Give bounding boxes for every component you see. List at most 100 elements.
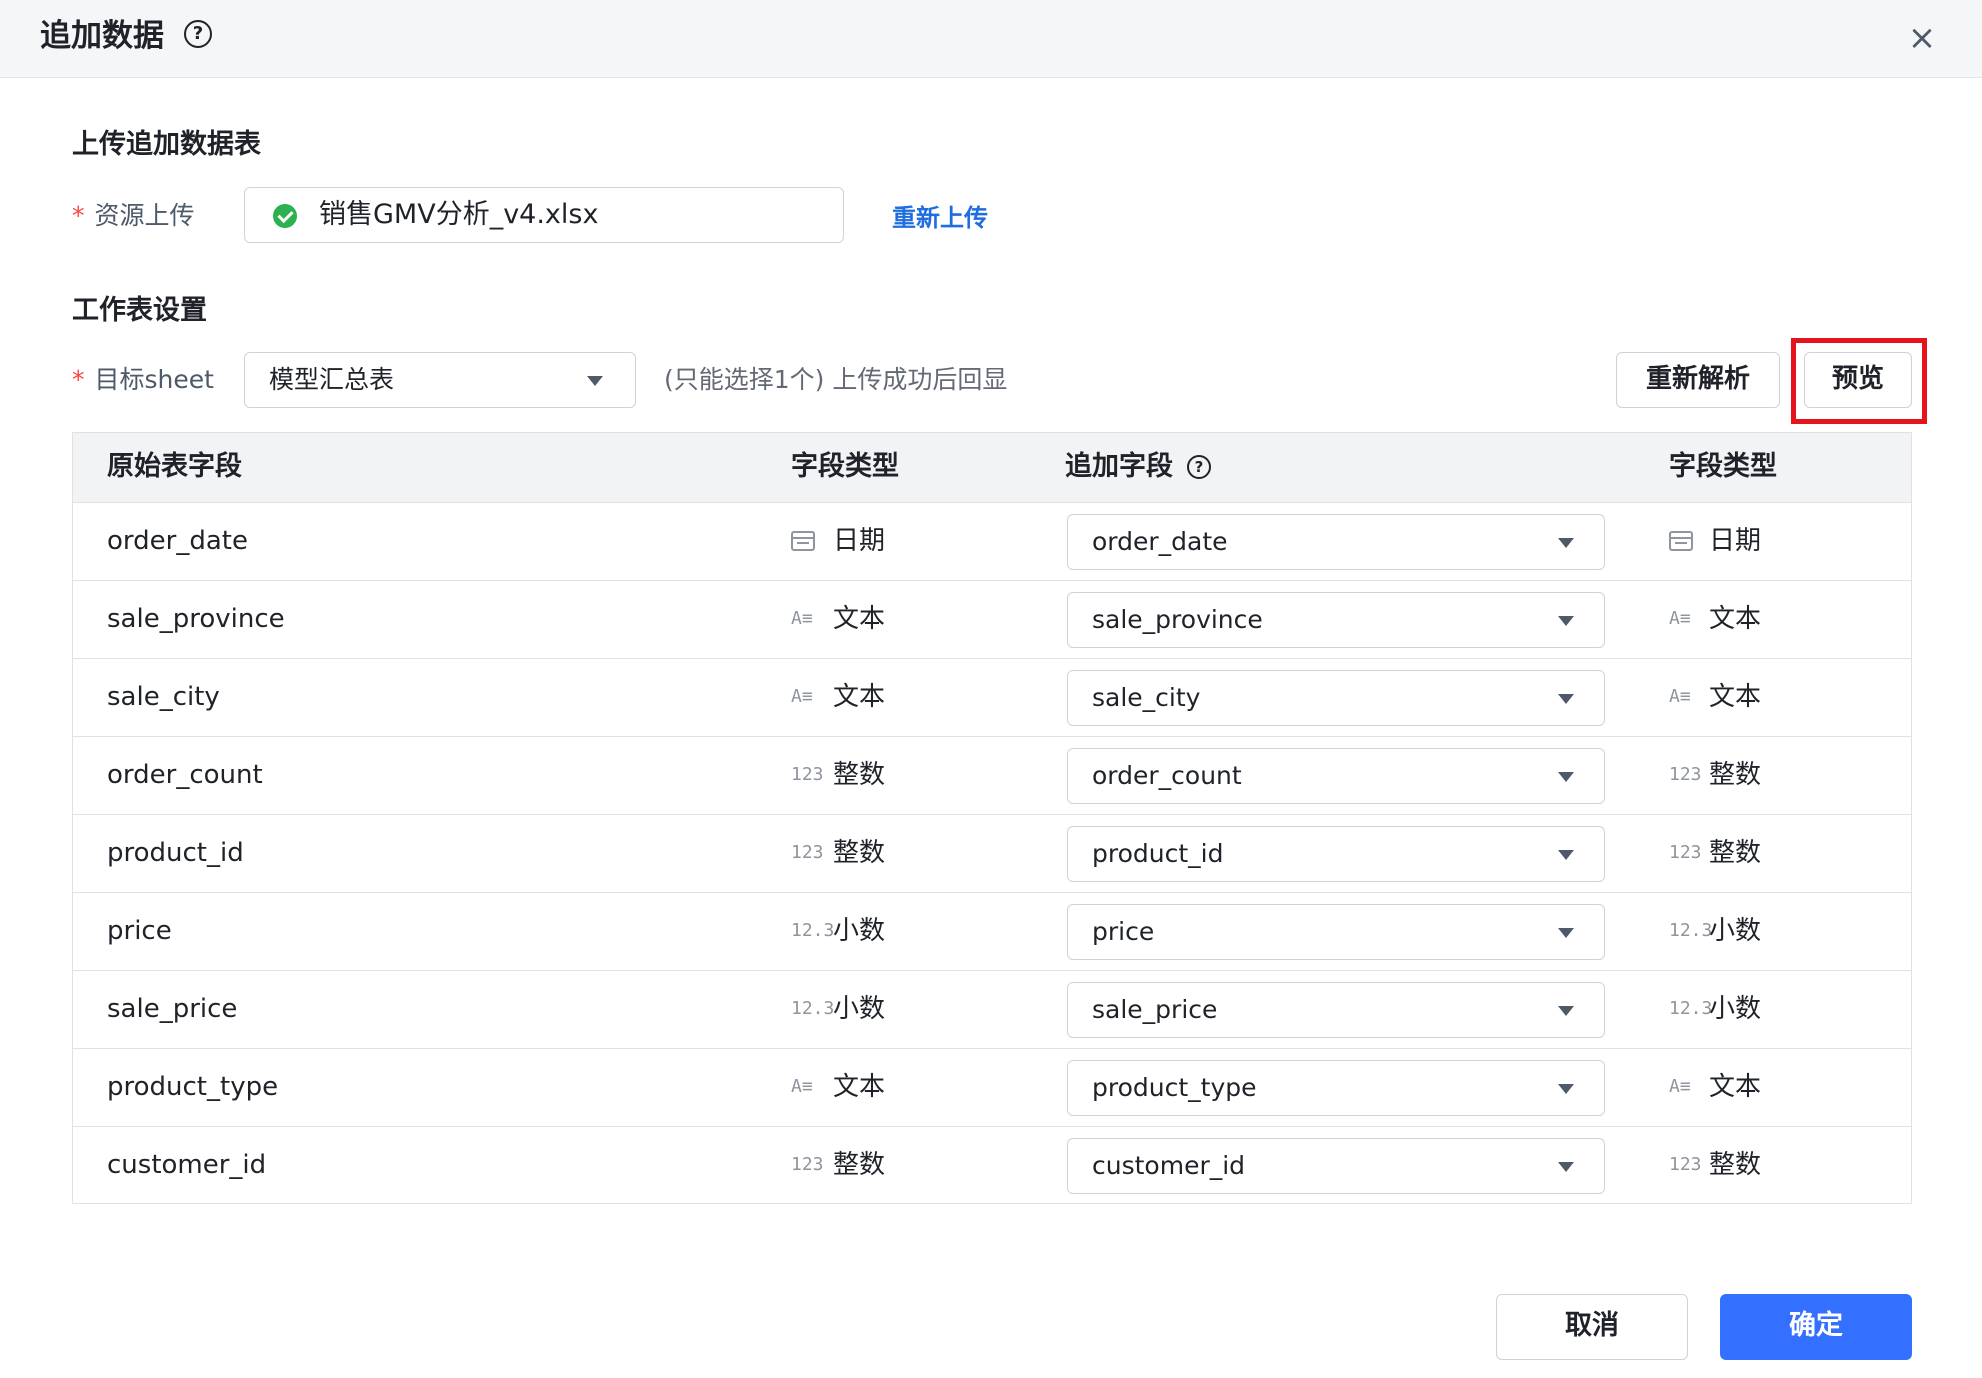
field-type-icon: A≡ <box>791 1076 813 1097</box>
field-mapping-table: 原始表字段 字段类型 追加字段 ? 字段类型 order_date 日期 order… <box>72 432 1912 1204</box>
sheet-label-text: 目标sheet <box>94 365 214 394</box>
field-type-icon: 12.3 <box>1669 920 1713 941</box>
source-field-type: 日期 <box>833 526 886 556</box>
source-field-type: 小数 <box>833 994 886 1024</box>
sheet-label: * 目标sheet <box>72 362 214 398</box>
target-field-value: product_id <box>1092 839 1224 868</box>
source-field-type: 整数 <box>833 838 886 868</box>
target-field-select[interactable]: sale_city <box>1067 670 1605 726</box>
chevron-down-icon <box>1558 694 1574 704</box>
field-type-icon: 123 <box>791 764 824 785</box>
target-field-select[interactable]: price <box>1067 904 1605 960</box>
reparse-button[interactable]: 重新解析 <box>1616 352 1780 408</box>
target-field-value: sale_price <box>1092 995 1218 1024</box>
help-icon[interactable]: ? <box>184 20 212 48</box>
field-type-icon: 12.3 <box>791 998 835 1019</box>
field-type-icon: 12.3 <box>791 920 835 941</box>
header-target-field: 追加字段 <box>1065 451 1173 482</box>
close-icon[interactable]: × <box>1902 18 1942 58</box>
field-type-icon: A≡ <box>1669 608 1691 629</box>
target-field-value: product_type <box>1092 1073 1257 1102</box>
required-mark: * <box>72 365 85 394</box>
target-field-select[interactable]: product_id <box>1067 826 1605 882</box>
target-field-type: 小数 <box>1709 916 1762 946</box>
source-field-name: product_type <box>107 1072 279 1102</box>
table-header: 原始表字段 字段类型 追加字段 ? 字段类型 <box>73 433 1911 503</box>
table-row: sale_city A≡ 文本 sale_city A≡ 文本 <box>73 659 1911 737</box>
field-type-icon: 123 <box>1669 764 1702 785</box>
chevron-down-icon <box>587 376 603 386</box>
source-field-name: order_count <box>107 760 263 790</box>
chevron-down-icon <box>1558 928 1574 938</box>
target-field-type: 整数 <box>1709 760 1762 790</box>
source-field-type: 文本 <box>833 1072 886 1102</box>
target-field-value: price <box>1092 917 1155 946</box>
confirm-button[interactable]: 确定 <box>1720 1294 1912 1360</box>
dialog-header: 追加数据 ? × <box>0 0 1982 78</box>
header-source-type: 字段类型 <box>791 451 899 482</box>
help-icon[interactable]: ? <box>1187 455 1211 479</box>
source-field-name: sale_province <box>107 604 285 634</box>
target-field-type: 整数 <box>1709 838 1762 868</box>
source-field-name: price <box>107 916 172 946</box>
chevron-down-icon <box>1558 616 1574 626</box>
chevron-down-icon <box>1558 772 1574 782</box>
upload-file-box: 销售GMV分析_v4.xlsx <box>244 187 844 243</box>
chevron-down-icon <box>1558 1162 1574 1172</box>
target-field-value: customer_id <box>1092 1151 1246 1180</box>
table-row: price 12.3 小数 price 12.3 小数 <box>73 893 1911 971</box>
source-field-type: 文本 <box>833 682 886 712</box>
field-type-icon: 12.3 <box>1669 998 1713 1019</box>
field-type-icon: 123 <box>1669 842 1702 863</box>
dialog-title: 追加数据 <box>40 18 164 54</box>
target-field-select[interactable]: product_type <box>1067 1060 1605 1116</box>
source-field-type: 整数 <box>833 760 886 790</box>
chevron-down-icon <box>1558 538 1574 548</box>
target-field-select[interactable]: order_date <box>1067 514 1605 570</box>
target-sheet-select[interactable]: 模型汇总表 <box>244 352 636 408</box>
upload-section-title: 上传追加数据表 <box>72 129 261 160</box>
source-field-type: 整数 <box>833 1150 886 1180</box>
target-field-value: sale_city <box>1092 683 1201 712</box>
check-circle-icon <box>273 204 297 228</box>
table-row: order_date 日期 order_date 日期 <box>73 503 1911 581</box>
target-field-value: order_date <box>1092 527 1228 556</box>
field-type-icon: 123 <box>791 1154 824 1175</box>
chevron-down-icon <box>1558 1084 1574 1094</box>
target-field-select[interactable]: customer_id <box>1067 1138 1605 1194</box>
preview-highlight-box <box>1791 338 1927 424</box>
field-type-icon: 123 <box>791 842 824 863</box>
field-type-icon: A≡ <box>1669 686 1691 707</box>
table-row: sale_province A≡ 文本 sale_province A≡ 文本 <box>73 581 1911 659</box>
source-field-name: product_id <box>107 838 244 868</box>
chevron-down-icon <box>1558 1006 1574 1016</box>
field-type-icon: A≡ <box>791 686 813 707</box>
sheet-section-title: 工作表设置 <box>72 295 207 326</box>
target-field-value: order_count <box>1092 761 1242 790</box>
target-sheet-value: 模型汇总表 <box>269 365 395 394</box>
table-row: order_count 123 整数 order_count 123 整数 <box>73 737 1911 815</box>
field-type-icon: 123 <box>1669 1154 1702 1175</box>
source-field-name: sale_price <box>107 994 238 1024</box>
uploaded-file-name: 销售GMV分析_v4.xlsx <box>319 199 599 230</box>
calendar-icon <box>791 531 815 551</box>
source-field-type: 小数 <box>833 916 886 946</box>
chevron-down-icon <box>1558 850 1574 860</box>
target-field-type: 文本 <box>1709 1072 1762 1102</box>
target-field-type: 整数 <box>1709 1150 1762 1180</box>
header-target-type: 字段类型 <box>1669 451 1777 482</box>
target-field-value: sale_province <box>1092 605 1263 634</box>
target-field-select[interactable]: sale_province <box>1067 592 1605 648</box>
table-row: sale_price 12.3 小数 sale_price 12.3 小数 <box>73 971 1911 1049</box>
cancel-button[interactable]: 取消 <box>1496 1294 1688 1360</box>
target-field-type: 小数 <box>1709 994 1762 1024</box>
source-field-name: customer_id <box>107 1150 267 1180</box>
target-field-select[interactable]: order_count <box>1067 748 1605 804</box>
required-mark: * <box>72 201 85 230</box>
table-row: product_id 123 整数 product_id 123 整数 <box>73 815 1911 893</box>
reupload-link[interactable]: 重新上传 <box>892 198 988 233</box>
table-row: customer_id 123 整数 customer_id 123 整数 <box>73 1127 1911 1205</box>
upload-label-text: 资源上传 <box>94 201 195 230</box>
target-field-select[interactable]: sale_price <box>1067 982 1605 1038</box>
table-row: product_type A≡ 文本 product_type A≡ 文本 <box>73 1049 1911 1127</box>
